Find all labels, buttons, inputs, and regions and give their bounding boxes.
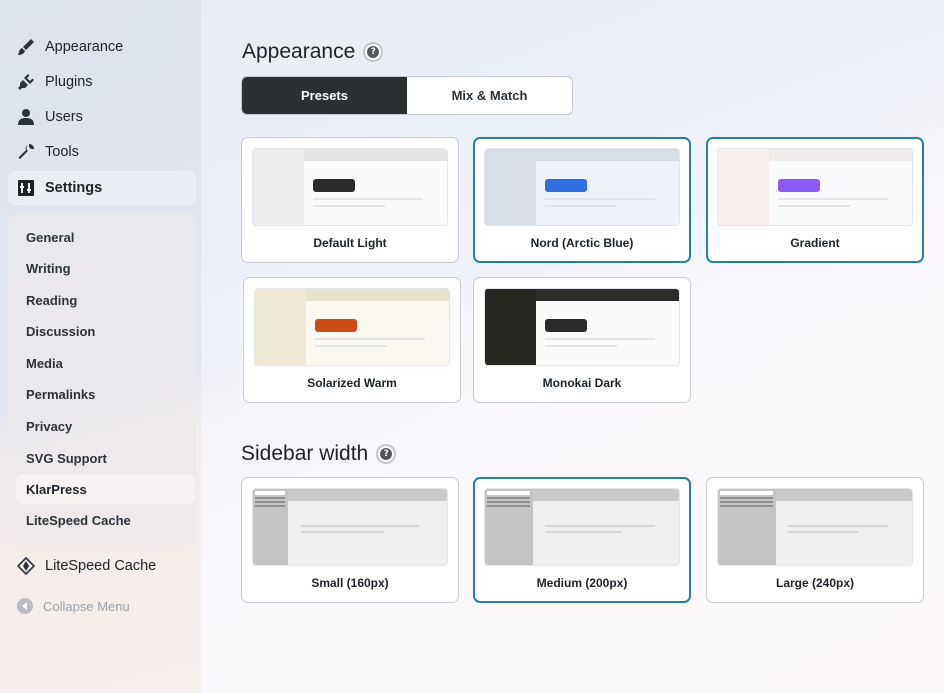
settings-icon [17, 179, 35, 197]
preset-label: Monokai Dark [542, 376, 622, 390]
submenu-item-permalinks[interactable]: Permalinks [16, 379, 195, 409]
menu-item-tools[interactable]: Tools [8, 135, 196, 169]
menu-item-settings[interactable]: Settings [8, 171, 196, 205]
sidebar-width-small[interactable]: Small (160px) [241, 477, 459, 603]
submenu-item-privacy[interactable]: Privacy [16, 411, 195, 441]
preset-label: Solarized Warm [307, 376, 397, 390]
menu-item-label: Users [45, 109, 83, 125]
appearance-heading: Appearance ? [242, 40, 384, 64]
width-label: Large (240px) [775, 576, 855, 590]
menu-item-label: Tools [45, 144, 79, 160]
sidebar-width-large[interactable]: Large (240px) [706, 477, 924, 603]
width-preview [717, 488, 913, 566]
preset-label: Default Light [313, 236, 387, 250]
preset-preview [252, 148, 448, 226]
settings-submenu: General Writing Reading Discussion Media… [8, 213, 196, 545]
submenu-item-discussion[interactable]: Discussion [16, 316, 195, 346]
collapse-label: Collapse Menu [43, 598, 130, 614]
user-icon [17, 108, 35, 126]
wrench-icon [17, 143, 35, 161]
width-label: Small (160px) [311, 576, 389, 590]
submenu-item-svg-support[interactable]: SVG Support [16, 443, 195, 473]
preset-label: Nord (Arctic Blue) [530, 236, 634, 250]
plug-icon [17, 73, 35, 91]
preset-preview [254, 288, 450, 366]
submenu-item-writing[interactable]: Writing [16, 253, 195, 283]
litespeed-diamond-icon [17, 557, 35, 575]
collapse-arrow-icon [17, 598, 33, 614]
help-icon[interactable]: ? [363, 42, 384, 62]
preset-preview [484, 148, 680, 226]
help-icon[interactable]: ? [376, 444, 397, 464]
preset-preview [484, 288, 680, 366]
submenu-item-klarpress[interactable]: KlarPress [16, 474, 195, 504]
preset-label: Gradient [790, 236, 840, 250]
preset-card-nord[interactable]: Nord (Arctic Blue) [473, 137, 691, 263]
preset-card-monokai-dark[interactable]: Monokai Dark [473, 277, 691, 403]
menu-item-litespeed-cache[interactable]: LiteSpeed Cache [8, 549, 196, 583]
submenu-item-general[interactable]: General [16, 222, 195, 252]
menu-item-label: Appearance [45, 39, 124, 55]
menu-item-label: Plugins [45, 74, 93, 90]
paintbrush-icon [17, 38, 35, 56]
preset-card-default-light[interactable]: Default Light [241, 137, 459, 263]
submenu-item-media[interactable]: Media [16, 348, 195, 378]
width-preview [484, 488, 680, 566]
width-label: Medium (200px) [536, 576, 628, 590]
preset-card-solarized-warm[interactable]: Solarized Warm [243, 277, 461, 403]
menu-item-plugins[interactable]: Plugins [8, 65, 196, 99]
menu-item-appearance[interactable]: Appearance [8, 30, 196, 64]
menu-item-label: Settings [45, 180, 103, 196]
submenu-item-reading[interactable]: Reading [16, 285, 195, 315]
menu-item-label: LiteSpeed Cache [45, 558, 157, 574]
menu-item-users[interactable]: Users [8, 100, 196, 134]
submenu-item-litespeed-cache[interactable]: LiteSpeed Cache [16, 505, 195, 535]
sidebar-width-title: Sidebar width [241, 442, 369, 465]
preset-card-gradient[interactable]: Gradient [706, 137, 924, 263]
preset-preview [717, 148, 913, 226]
tab-presets[interactable]: Presets [242, 77, 407, 114]
sidebar-width-medium[interactable]: Medium (200px) [473, 477, 691, 603]
admin-sidebar: Appearance Plugins Users Tools Settings … [0, 0, 201, 693]
preset-mode-tabs: Presets Mix & Match [241, 76, 573, 115]
sidebar-width-heading: Sidebar width ? [241, 442, 397, 466]
tab-mix-match[interactable]: Mix & Match [407, 77, 572, 114]
collapse-menu-button[interactable]: Collapse Menu [17, 598, 130, 614]
width-preview [252, 488, 448, 566]
appearance-title: Appearance [242, 40, 356, 63]
